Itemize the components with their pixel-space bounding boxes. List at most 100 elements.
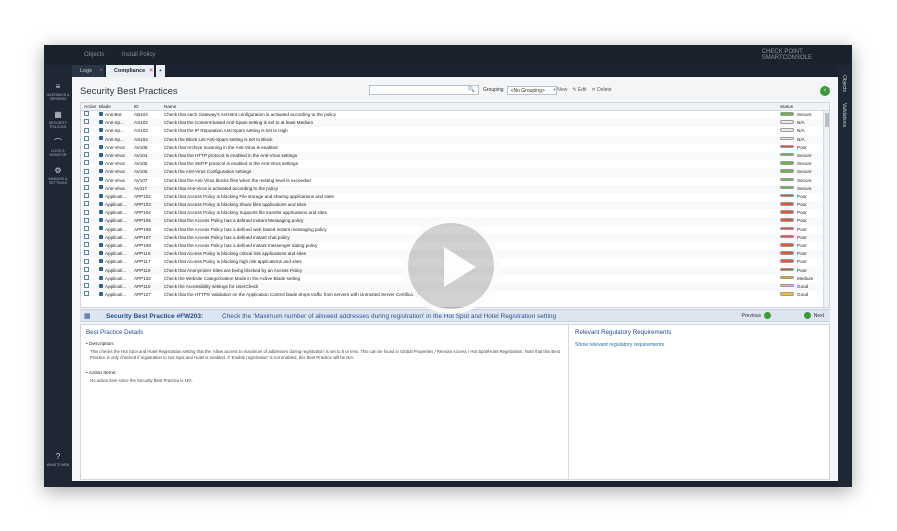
row-id: APP102 [134,193,151,199]
back-arrow-icon[interactable]: ‹ [820,86,830,96]
table-row[interactable]: Anti-Virus AV108 Check that Archive scanni… [81,144,829,152]
previous-label: Previous [741,313,761,319]
row-status: Poor [780,267,822,275]
status-indicator [780,161,794,165]
active-checkbox[interactable] [84,266,89,272]
table-row[interactable]: Applicati... APP103 Check that Access Poli… [81,201,829,210]
delete-button[interactable]: ✕ Delete [592,87,612,93]
active-checkbox[interactable] [84,209,89,215]
previous-button[interactable]: Previous [742,310,774,323]
active-checkbox[interactable] [84,160,89,166]
status-indicator [780,152,794,157]
table-row[interactable]: Anti-Virus AV105 Check that the SMTP proto… [81,160,829,168]
blade-label: Applicati... [105,275,127,281]
table-row[interactable]: Applicati... APP104 Check that Access Poli… [81,209,829,217]
search-input[interactable]: 🔍 [369,85,479,95]
table-row[interactable]: Anti-Sp... AS104 Check the Block List Anti… [81,135,829,144]
blade-label: Applicati... [105,259,127,265]
active-checkbox[interactable] [84,193,89,199]
status-indicator [780,275,794,280]
table-row[interactable]: Anti-Sp... AS103 Check that the IP Reputat… [81,127,829,135]
action-items-label: Action Items: [86,371,563,376]
table-row[interactable]: Anti-Virus AV106 Check the Anti-Virus Conf… [81,168,829,177]
active-checkbox[interactable] [84,258,89,264]
active-checkbox[interactable] [84,242,89,248]
status-indicator [780,128,794,132]
active-checkbox[interactable] [84,184,89,190]
active-checkbox[interactable] [84,201,89,207]
close-icon[interactable]: × [99,65,103,77]
active-checkbox[interactable] [84,283,89,289]
objects-menu[interactable]: Objects [84,52,104,58]
row-blade: Anti-Sp... [99,127,134,135]
table-row[interactable]: Anti-Virus AV104 Check that the HTTP proto… [81,151,829,161]
active-checkbox[interactable] [84,152,89,158]
left-sidebar: ≡ GATEWAYS & SERVERS ▦ SECURITY POLICIES… [44,65,72,487]
show-regulatory-link[interactable]: Show relevant regulatory requirements [575,342,824,348]
status-label: Good [797,292,809,298]
row-name: Check that the Anti-Virus blocks files w… [164,177,311,183]
table-row[interactable]: Anti-Bot AB104 Check that each Gateway's A… [81,111,829,119]
col-blade[interactable]: Blade [99,103,134,111]
new-button[interactable]: + New [553,87,567,93]
best-practice-subtitle: Check the 'Maximum number of allowed add… [222,313,557,320]
table-row[interactable]: Applicati... APP102 Check that Access Poli… [81,193,829,201]
status-label: N/A [797,136,805,142]
row-blade: Applicati... [99,209,134,217]
table-row[interactable]: Anti-Virus AV117 Check that Anti-Virus is … [81,184,829,193]
col-active[interactable]: Active [84,103,96,111]
play-video-button[interactable] [403,218,499,314]
active-checkbox[interactable] [84,275,89,281]
row-status: Secure [780,185,822,193]
active-checkbox[interactable] [84,127,89,133]
active-checkbox[interactable] [84,119,89,125]
active-checkbox[interactable] [84,144,89,150]
close-icon[interactable]: × [149,65,153,77]
sidebar-item-gateways[interactable]: ≡ GATEWAYS & SERVERS [44,83,72,102]
blade-icon [99,250,103,255]
scroll-thumb[interactable] [825,113,829,127]
tab-objects[interactable]: Objects [841,75,847,92]
col-status[interactable]: Status [780,103,822,111]
edit-button[interactable]: ✎ Edit [572,87,586,93]
blade-label: Anti-Sp... [105,120,124,126]
status-indicator [780,112,794,116]
col-id[interactable]: ID [134,103,164,111]
active-checkbox[interactable] [84,176,89,182]
active-checkbox[interactable] [84,225,89,231]
row-status: Poor [780,193,822,201]
active-checkbox[interactable] [84,291,89,297]
tab-compliance[interactable]: Compliance × [106,65,154,77]
row-blade: Anti-Virus [99,152,134,160]
active-checkbox[interactable] [84,168,89,174]
status-label: Poor [797,193,807,199]
active-checkbox[interactable] [84,111,89,117]
tab-logs[interactable]: Logs × [72,65,104,77]
sidebar-item-security-policies[interactable]: ▦ SECURITY POLICIES [44,111,72,130]
install-policy-menu[interactable]: Install Policy [122,52,155,58]
active-checkbox[interactable] [84,135,89,141]
table-scrollbar[interactable] [823,111,829,307]
search-icon[interactable]: 🔍 [468,86,475,93]
add-tab-button[interactable]: + [156,65,166,77]
next-button[interactable]: Next [801,310,824,323]
sidebar-item-manage-settings[interactable]: ⚙ MANAGE & SETTINGS [44,167,72,186]
status-indicator [780,185,794,190]
active-checkbox[interactable] [84,234,89,240]
col-name[interactable]: Name [164,103,774,111]
sidebar-item-logs-monitor[interactable]: ⌒ LOGS & MONITOR [44,139,72,158]
row-id: AV107 [134,177,148,183]
tab-validations[interactable]: Validations [841,103,847,127]
grouping-select[interactable]: <No Grouping> [506,85,557,95]
table-row[interactable]: Anti-Virus AV107 Check that the Anti-Virus… [81,176,829,185]
active-checkbox[interactable] [84,250,89,256]
sidebar-item-whats-new[interactable]: ? WHAT'S NEW [44,453,72,468]
row-status: Poor [780,144,822,152]
row-id: APP118 [134,267,151,273]
row-name: Check that the SMTP protocol is enabled … [164,161,298,167]
row-id: APP103 [134,202,151,208]
table-row[interactable]: Anti-Sp... AS102 Check that the Content-ba… [81,119,829,128]
status-label: Secure [797,152,812,158]
row-status: N/A [780,136,822,144]
active-checkbox[interactable] [84,217,89,223]
